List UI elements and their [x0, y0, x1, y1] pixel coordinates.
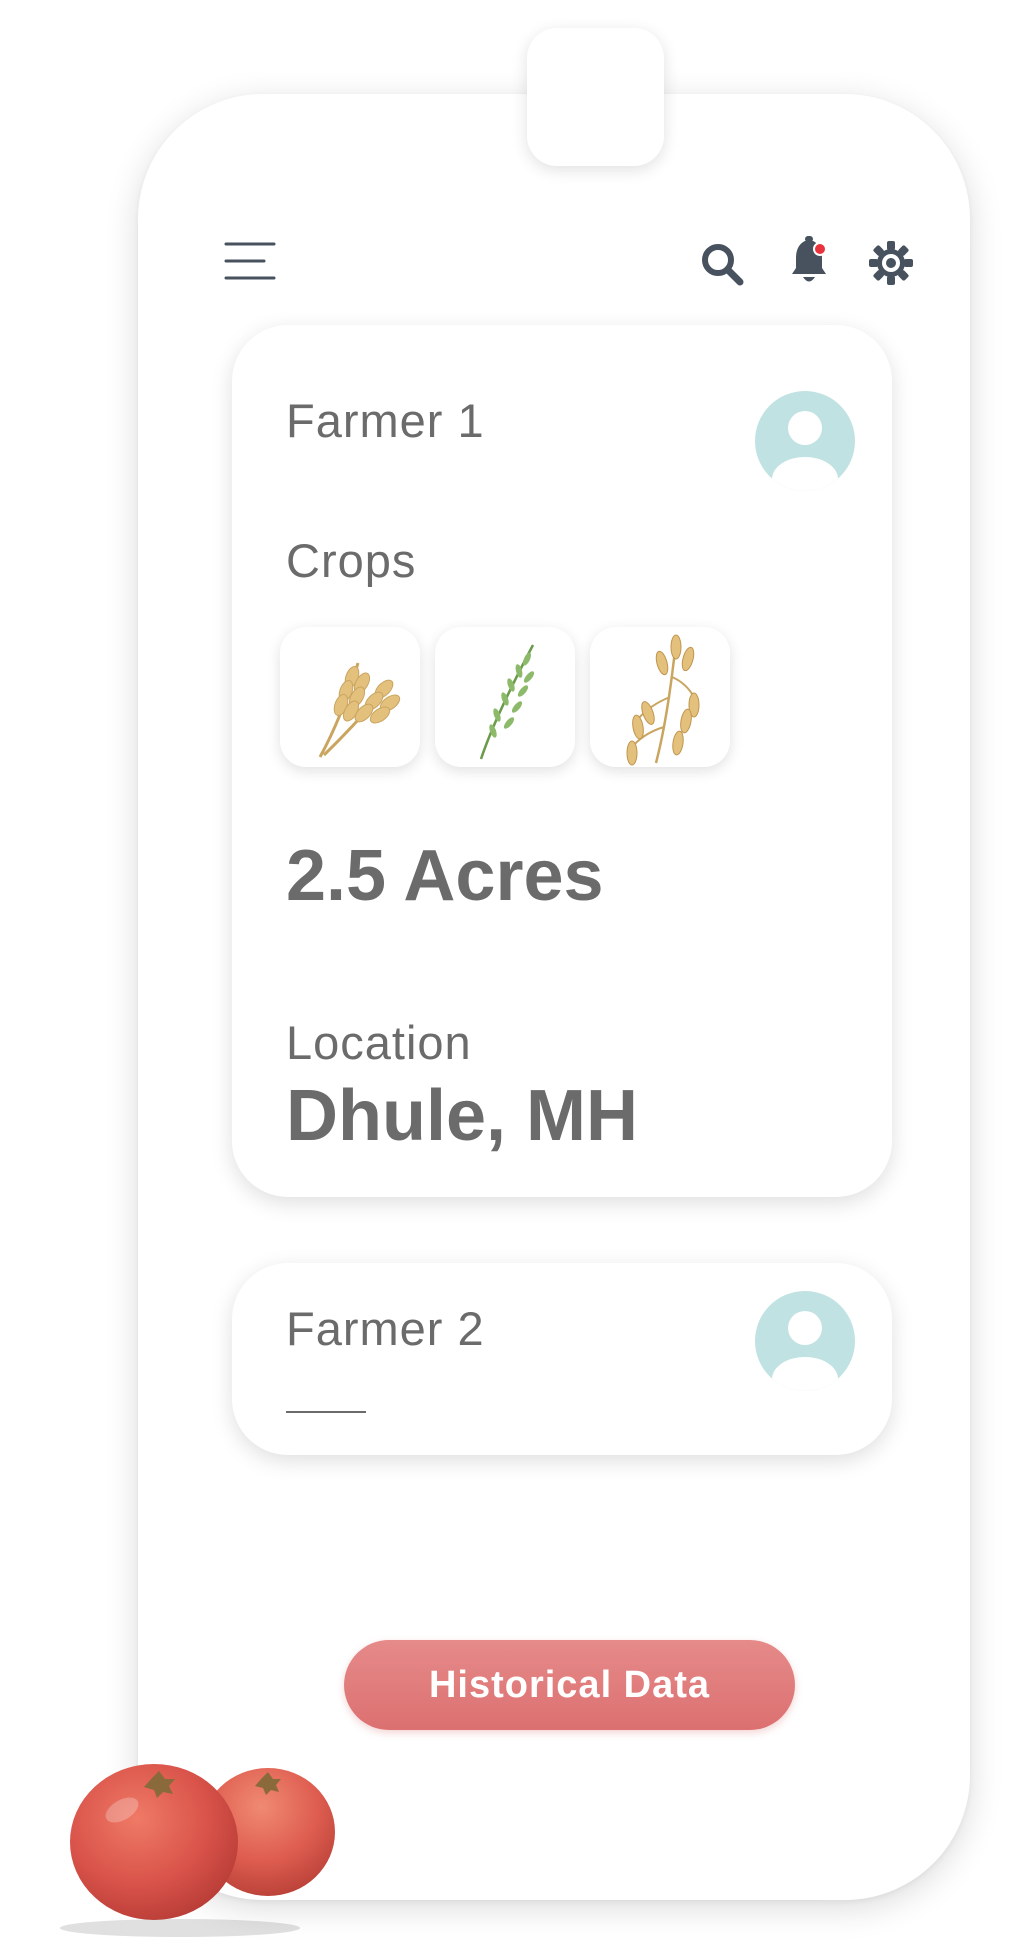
location-label: Location — [286, 1016, 472, 1069]
camera-notch — [527, 28, 664, 166]
bell-icon[interactable] — [788, 236, 834, 286]
oat-icon — [626, 634, 700, 766]
crop-tile-wheat[interactable] — [280, 627, 420, 767]
wheat-icon — [318, 662, 401, 758]
hamburger-menu-icon[interactable] — [224, 240, 276, 282]
land-area: 2.5 Acres — [286, 836, 604, 916]
farmer-name: Farmer 2 — [286, 1302, 485, 1355]
search-icon[interactable] — [700, 242, 744, 286]
farmer-name: Farmer 1 — [286, 394, 485, 447]
historical-data-button[interactable]: Historical Data — [344, 1640, 795, 1730]
farmer-card-1[interactable]: Farmer 1 Crops 2.5 Acres Location Dhule,… — [232, 325, 892, 1197]
crops-label: Crops — [286, 534, 417, 587]
gear-icon[interactable] — [868, 240, 914, 286]
farmer-card-2[interactable]: Farmer 2 — [232, 1263, 892, 1455]
crop-tile-oat[interactable] — [590, 627, 730, 767]
avatar[interactable] — [755, 391, 855, 491]
rice-icon — [479, 644, 535, 760]
placeholder-line — [286, 1411, 366, 1413]
avatar[interactable] — [755, 1291, 855, 1391]
tomatoes-illustration — [60, 1764, 335, 1937]
location-value: Dhule, MH — [286, 1076, 638, 1156]
crop-tile-rice[interactable] — [435, 627, 575, 767]
notification-dot — [813, 242, 827, 256]
